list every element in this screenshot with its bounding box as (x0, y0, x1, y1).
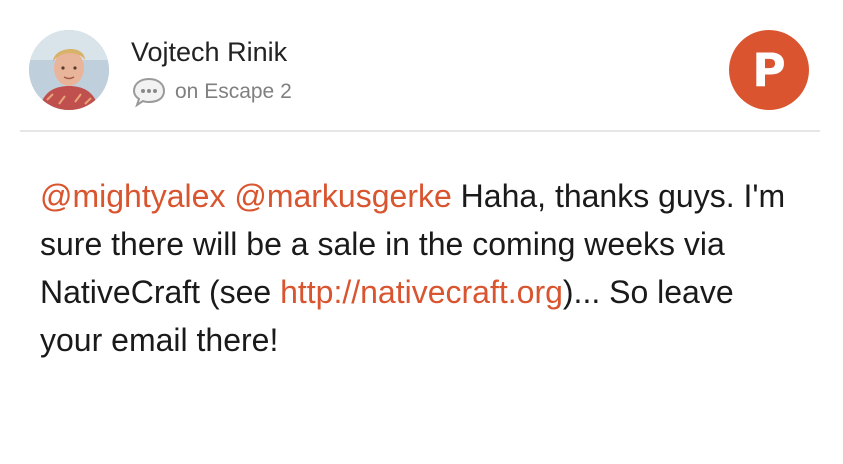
speech-bubble-icon (132, 77, 166, 108)
url-link[interactable]: http://nativecraft.org (280, 274, 563, 310)
author-name[interactable]: Vojtech Rinik (131, 37, 287, 68)
comment-context: on Escape 2 (131, 77, 292, 108)
divider (20, 130, 820, 132)
comment-body: @mightyalex @markusgerke Haha, thanks gu… (40, 172, 800, 364)
comment-context-text[interactable]: on Escape 2 (175, 80, 292, 104)
product-hunt-logo[interactable]: P (729, 30, 809, 110)
comment-header: Vojtech Rinik on Escape 2 P (0, 0, 843, 132)
product-hunt-logo-letter: P (752, 43, 786, 97)
mention-link[interactable]: @mightyalex (40, 178, 225, 214)
mention-link[interactable]: @markusgerke (234, 178, 451, 214)
avatar[interactable] (29, 30, 109, 110)
